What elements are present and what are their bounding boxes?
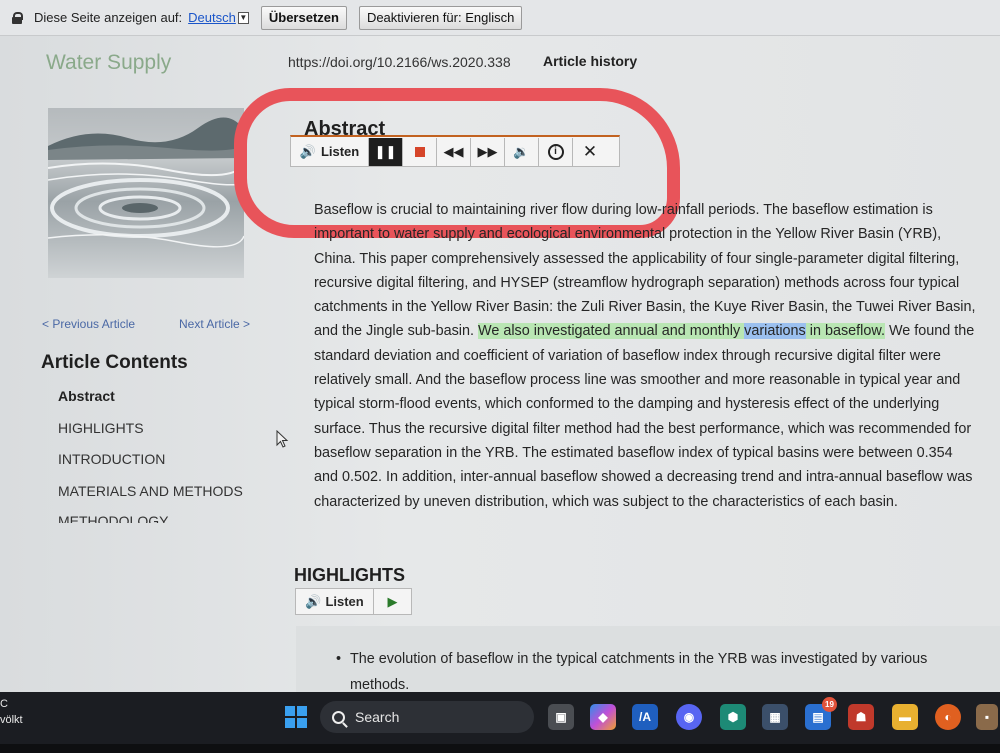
journal-name[interactable]: Water Supply [46,51,171,75]
widget-line-2: völkt [0,714,23,726]
pause-icon: ❚❚ [374,143,397,159]
abstract-text-start: Baseflow is crucial to maintaining river… [314,202,976,340]
microsoft-store-icon[interactable]: ▦ [762,704,788,730]
article-history-link[interactable]: Article history [543,53,637,69]
play-button[interactable]: ▶ [374,594,411,610]
screen-bezel [0,744,1000,753]
copilot-icon[interactable]: ◆ [590,704,616,730]
translate-bar: Diese Seite anzeigen auf: Deutsch ▼ Über… [0,0,1000,36]
info-button[interactable]: i [539,137,573,166]
discord-icon[interactable]: ◉ [676,704,702,730]
info-icon: i [547,143,564,160]
pause-button[interactable]: ❚❚ [369,137,403,166]
highlights-listen-label: Listen [325,594,364,609]
language-select[interactable]: Deutsch ▼ [188,10,249,25]
close-player-button[interactable]: ✕ [573,138,607,166]
lock-icon [12,11,23,24]
app-icon-brown[interactable]: ▪ [976,704,998,730]
search-label: Search [355,709,400,725]
stop-button[interactable] [403,137,437,166]
app-icon-blue[interactable]: /A [632,704,658,730]
listen-button[interactable]: 🔊 Listen [291,137,369,166]
toc-item-clipped-wrapper: METHODOLOGY [40,511,260,523]
mouse-cursor-icon [276,430,289,448]
highlighted-phrase-end: in baseflow. [805,323,885,340]
task-view-icon[interactable]: ▣ [548,704,574,730]
abstract-text-end: We found the standard deviation and coef… [314,323,975,510]
speaker-icon: 🔊 [305,593,322,609]
highlights-heading: HIGHLIGHTS [294,565,405,585]
journal-cover-image[interactable] [48,108,244,278]
abstract-text: Baseflow is crucial to maintaining river… [314,198,980,514]
article-contents-title: Article Contents [41,352,188,373]
article-page: Water Supply https://doi.org/10.2166/ws.… [0,36,1000,692]
windows-start-icon[interactable] [285,706,307,728]
volume-icon: 🔉 [513,143,530,159]
app-icon-red[interactable]: ☗ [848,704,874,730]
rewind-button[interactable]: ◀◀ [437,137,471,166]
fast-forward-button[interactable]: ▶▶ [471,137,505,166]
highlights-listen-button[interactable]: 🔊 Listen [296,589,374,614]
stop-icon [414,146,425,157]
translate-button[interactable]: Übersetzen [260,5,347,30]
taskbar-search[interactable]: Search [320,701,534,733]
article-contents-list: Abstract HIGHLIGHTS INTRODUCTION MATERIA… [58,388,243,514]
calendar-icon[interactable]: ▤ 19 [805,697,837,730]
notification-badge: 19 [822,697,837,712]
translate-prompt: Diese Seite anzeigen auf: [34,10,183,25]
highlighted-phrase: We also investigated annual and monthly [478,323,745,340]
language-link[interactable]: Deutsch [188,10,236,25]
widget-line-1: C [0,698,8,710]
search-icon [332,710,345,724]
windows-taskbar: C völkt Search ▣ ◆ /A ◉ ⬢ ▦ ▤ 19 ☗ ▬ ◐ ▪ [0,692,1000,744]
rewind-icon: ◀◀ [443,143,464,159]
next-article-link[interactable]: Next Article > [179,317,250,331]
volume-button[interactable]: 🔉 [505,137,539,166]
firefox-icon[interactable]: ◐ [935,704,961,730]
listen-label: Listen [320,144,360,159]
highlights-list: The evolution of baseflow in the typical… [336,646,956,692]
app-icon-teal[interactable]: ⬢ [720,704,746,730]
highlight-item: The evolution of baseflow in the typical… [336,646,956,692]
highlighted-word: variations [744,323,806,340]
taskbar-widget[interactable]: C völkt [0,696,23,728]
disable-translate-button[interactable]: Deaktivieren für: Englisch [358,5,523,30]
play-icon: ▶ [387,593,398,609]
close-icon: ✕ [582,141,598,161]
fast-forward-icon: ▶▶ [477,143,498,159]
doi-link[interactable]: https://doi.org/10.2166/ws.2020.338 [288,54,511,70]
highlights-player: 🔊 Listen ▶ [295,588,412,615]
toc-item-introduction[interactable]: INTRODUCTION [58,451,243,483]
toc-item-abstract[interactable]: Abstract [58,388,243,420]
file-explorer-icon[interactable]: ▬ [892,704,918,730]
toc-item-materials-and-methods[interactable]: MATERIALS AND METHODS [58,483,243,515]
toc-item-methodology[interactable]: METHODOLOGY [58,513,168,523]
readspeaker-player: 🔊 Listen ❚❚ ◀◀ ▶▶ 🔉 i ✕ [290,135,620,167]
speaker-icon: 🔊 [299,143,316,159]
dropdown-arrow-icon[interactable]: ▼ [237,11,249,24]
previous-article-link[interactable]: < Previous Article [42,317,135,331]
toc-item-highlights[interactable]: HIGHLIGHTS [58,420,243,452]
